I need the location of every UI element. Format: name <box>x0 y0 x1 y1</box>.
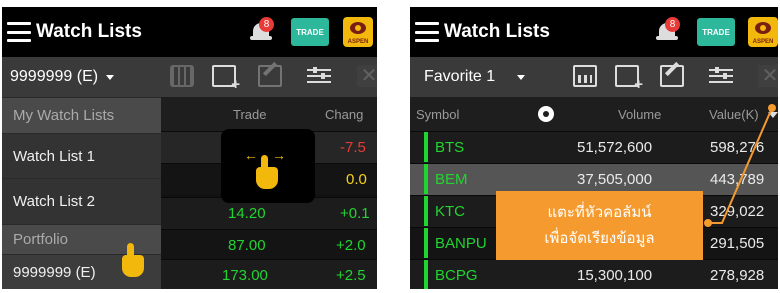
trade-value: 87.00 <box>228 237 266 254</box>
chevron-down-icon <box>106 74 115 80</box>
column-change[interactable]: Chang <box>325 107 363 122</box>
change-value: +2.5 <box>336 267 366 284</box>
volume: 37,505,000 <box>577 171 653 188</box>
calculator-icon[interactable] <box>170 65 194 87</box>
row-indicator <box>424 132 428 162</box>
row-indicator <box>424 228 428 258</box>
notification-bell-icon[interactable]: 8 <box>656 17 680 43</box>
settings-sliders-icon[interactable] <box>307 65 331 87</box>
calculator-icon[interactable] <box>573 65 597 87</box>
symbol: BEM <box>435 171 468 188</box>
watchlist-selector[interactable]: 9999999 (E) <box>10 68 115 86</box>
add-document-icon[interactable] <box>615 65 643 93</box>
trade-button[interactable]: TRADE <box>697 18 735 46</box>
callout-line-2: เพื่อจัดเรียงข้อมูล <box>544 229 655 247</box>
edit-icon[interactable] <box>660 65 684 87</box>
add-document-icon[interactable] <box>212 65 240 93</box>
aspen-logo-icon[interactable]: ASPEN <box>748 17 778 47</box>
menu-item-watch-list-2[interactable]: Watch List 2 <box>2 178 161 224</box>
notification-badge: 8 <box>665 17 680 32</box>
value: 278,928 <box>710 267 765 284</box>
column-symbol[interactable]: Symbol <box>416 107 459 122</box>
symbol: BTS <box>435 139 465 156</box>
menu-item-watch-list-1[interactable]: Watch List 1 <box>2 133 161 178</box>
watchlist-selector[interactable]: Favorite 1 <box>424 68 526 86</box>
column-volume[interactable]: Volume <box>618 107 661 122</box>
notification-badge: 8 <box>259 17 274 32</box>
volume: 15,300,100 <box>577 267 653 284</box>
close-icon[interactable]: ✕ <box>357 65 377 87</box>
close-icon[interactable]: ✕ <box>758 65 778 87</box>
column-trade[interactable]: Trade <box>233 107 266 122</box>
hamburger-menu-icon[interactable] <box>415 22 439 42</box>
trade-value: 173.00 <box>222 267 268 284</box>
volume: 51,572,600 <box>577 139 653 156</box>
watchlist-screen-left: Watch Lists 8 TRADE ASPEN 9999999 (E) ✕ … <box>2 7 377 289</box>
change-value: +2.0 <box>336 237 366 254</box>
callout-line-1: แตะที่หัวคอลัมน์ <box>547 203 652 221</box>
trade-button[interactable]: TRADE <box>291 18 329 46</box>
row-indicator <box>424 260 428 289</box>
page-title: Watch Lists <box>444 21 550 42</box>
symbol: KTC <box>435 203 465 220</box>
settings-sliders-icon[interactable] <box>709 65 733 87</box>
notification-bell-icon[interactable]: 8 <box>250 17 274 43</box>
page-title: Watch Lists <box>36 21 142 42</box>
value: 291,505 <box>710 235 765 252</box>
change-value: +0.1 <box>340 205 370 222</box>
row-indicator <box>424 196 428 226</box>
tap-hand-icon <box>256 155 278 189</box>
symbol: BANPU <box>435 235 487 252</box>
change-value: 0.0 <box>346 171 367 188</box>
edit-icon[interactable] <box>258 65 282 87</box>
table-row[interactable]: BCPG 15,300,100 278,928 <box>410 259 778 289</box>
change-value: -7.5 <box>340 139 366 156</box>
gear-icon[interactable] <box>538 106 554 122</box>
menu-section-my-watch-lists: My Watch Lists <box>2 97 161 133</box>
aspen-logo-icon[interactable]: ASPEN <box>343 17 373 47</box>
hamburger-menu-icon[interactable] <box>7 22 31 42</box>
trade-value: 14.20 <box>228 205 266 222</box>
instruction-callout: แตะที่หัวคอลัมน์ เพื่อจัดเรียงข้อมูล <box>496 191 703 260</box>
tap-hand-icon <box>122 243 144 277</box>
app-header: Watch Lists 8 TRADE ASPEN <box>410 7 778 57</box>
chevron-down-icon <box>517 74 526 80</box>
symbol: BCPG <box>435 267 478 284</box>
app-header: Watch Lists 8 TRADE ASPEN <box>2 7 377 57</box>
callout-pointer <box>704 104 776 227</box>
row-indicator <box>424 164 428 194</box>
